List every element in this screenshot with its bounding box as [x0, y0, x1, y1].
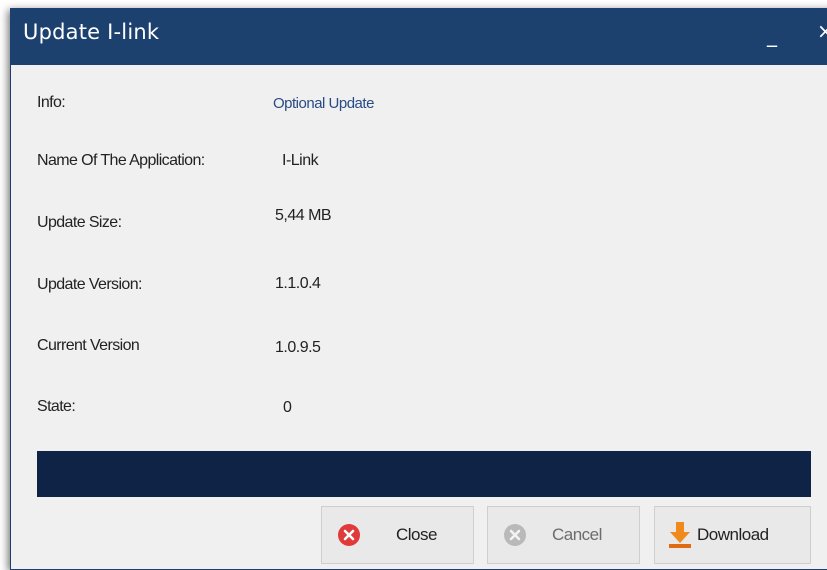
minimize-button[interactable]: _	[767, 23, 777, 47]
current-version-value: 1.0.9.5	[275, 339, 321, 356]
cancel-button-label: Cancel	[552, 525, 602, 544]
update-size-label: Update Size:	[37, 214, 122, 231]
close-circle-icon	[338, 524, 360, 546]
current-version-label: Current Version	[37, 337, 140, 354]
state-value: 0	[283, 399, 292, 416]
download-button-label: Download	[697, 525, 769, 544]
update-size-value: 5,44 MB	[275, 207, 332, 224]
download-progress-bar	[37, 451, 811, 497]
window-title: Update I-link	[23, 20, 160, 44]
update-version-value: 1.1.0.4	[275, 275, 321, 292]
app-name-value: I-Link	[282, 152, 319, 169]
download-arrow-icon	[667, 521, 693, 549]
info-label: Info:	[37, 94, 66, 111]
app-name-label: Name Of The Application:	[37, 152, 205, 169]
state-label: State:	[37, 398, 76, 415]
close-button-label: Close	[396, 525, 437, 544]
update-version-label: Update Version:	[37, 276, 142, 293]
title-bar[interactable]: Update I-link _ ×	[11, 9, 827, 65]
download-button[interactable]: Download	[654, 506, 811, 564]
close-button[interactable]: Close	[321, 506, 474, 564]
window-close-button[interactable]: ×	[817, 19, 827, 43]
info-value: Optional Update	[273, 95, 374, 112]
cancel-button[interactable]: Cancel	[487, 506, 640, 564]
cancel-circle-icon	[504, 524, 526, 546]
update-dialog-window: Update I-link _ × Info: Optional Update …	[10, 8, 827, 570]
